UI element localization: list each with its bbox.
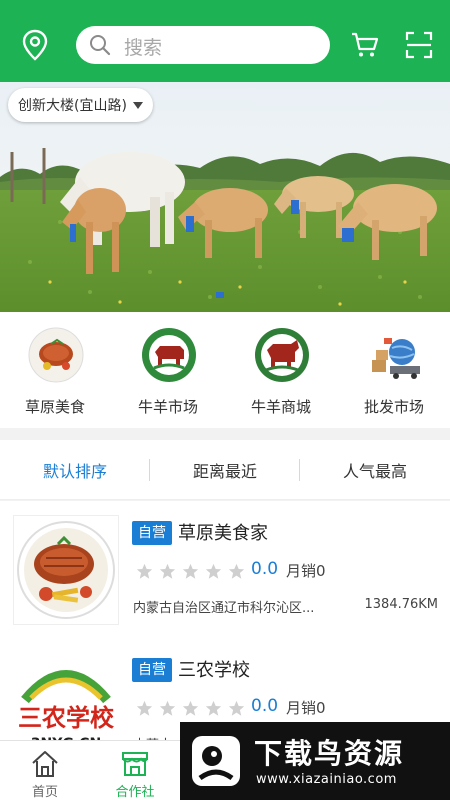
star-icon (136, 563, 153, 579)
monthly-sales: 月销0 (286, 562, 326, 580)
sort-bar: 默认排序 距离最近 人气最高 (0, 440, 450, 500)
category-wholesale[interactable]: 批发市场 (344, 312, 444, 428)
category-label: 牛羊商城 (250, 398, 311, 416)
watermark-url: www.xiazainiao.com (256, 772, 397, 787)
tab-label: 首页 (31, 785, 58, 800)
star-icon (205, 563, 222, 579)
star-icon (136, 700, 153, 716)
category-cattle-mall[interactable]: 牛羊商城 (231, 312, 331, 428)
cow-gear-icon (142, 328, 196, 382)
star-rating (136, 700, 245, 717)
star-rating (136, 563, 245, 580)
search-input[interactable]: 搜索 (76, 26, 330, 64)
store-name: 三农学校 (178, 660, 250, 681)
store-distance: 1384.76KM (364, 597, 439, 612)
store-name: 草原美食家 (178, 523, 268, 544)
store-address: 内蒙古自治区通辽市科尔沁区... (133, 601, 315, 616)
store-thumbnail (13, 515, 119, 625)
cow-badge-icon (255, 328, 309, 382)
steak-plate-icon (28, 327, 84, 383)
tab-label: 合作社 (115, 785, 155, 800)
category-label: 批发市场 (363, 398, 424, 416)
star-icon (159, 563, 176, 579)
bird-logo-icon (192, 736, 240, 786)
tab-cooperative[interactable]: 合作社 (90, 741, 180, 800)
self-operated-badge: 自营 (132, 658, 172, 682)
wholesale-globe-icon (366, 326, 424, 384)
search-placeholder: 搜索 (124, 37, 163, 59)
category-cattle-market[interactable]: 牛羊市场 (118, 312, 218, 428)
star-icon (159, 700, 176, 716)
rating-value: 0.0 (251, 696, 279, 716)
self-operated-badge: 自营 (132, 521, 172, 545)
steak-plate-image (17, 521, 115, 619)
scan-icon[interactable] (404, 30, 434, 60)
star-icon (205, 700, 222, 716)
location-selector[interactable]: 创新大楼(宜山路) (8, 88, 153, 122)
star-icon (228, 700, 245, 716)
star-icon (182, 563, 199, 579)
monthly-sales: 月销0 (286, 699, 326, 717)
app-screen: 搜索 创新大楼(宜山路) 草原美食 牛羊市场 牛羊商城 批发市场 默认排序 距离… (0, 0, 450, 800)
watermark-overlay: 下载鸟资源 www.xiazainiao.com (180, 722, 450, 800)
category-label: 牛羊市场 (137, 398, 198, 416)
sort-popular-tab[interactable]: 人气最高 (300, 440, 450, 500)
star-icon (228, 563, 245, 579)
search-icon (90, 35, 111, 56)
sort-default-tab[interactable]: 默认排序 (0, 440, 150, 500)
cart-icon[interactable] (350, 30, 380, 60)
star-icon (182, 700, 199, 716)
store-card[interactable]: 自营 草原美食家 0.0 月销0 内蒙古自治区通辽市科尔沁区... 1384.7… (0, 501, 450, 641)
watermark-title: 下载鸟资源 (254, 737, 405, 770)
category-grid: 草原美食 牛羊市场 牛羊商城 批发市场 (0, 312, 450, 428)
rating-value: 0.0 (251, 559, 279, 579)
shop-icon (122, 752, 148, 776)
caret-down-icon (132, 101, 143, 109)
home-icon (32, 751, 58, 777)
category-label: 草原美食 (24, 398, 85, 416)
location-label: 创新大楼(宜山路) (18, 98, 127, 114)
sort-nearest-tab[interactable]: 距离最近 (150, 440, 300, 500)
top-bar: 搜索 (0, 0, 450, 82)
logo-text: 三农学校 (18, 704, 115, 732)
tab-home[interactable]: 首页 (0, 741, 90, 800)
location-pin-icon[interactable] (20, 28, 50, 62)
category-food[interactable]: 草原美食 (5, 312, 105, 428)
